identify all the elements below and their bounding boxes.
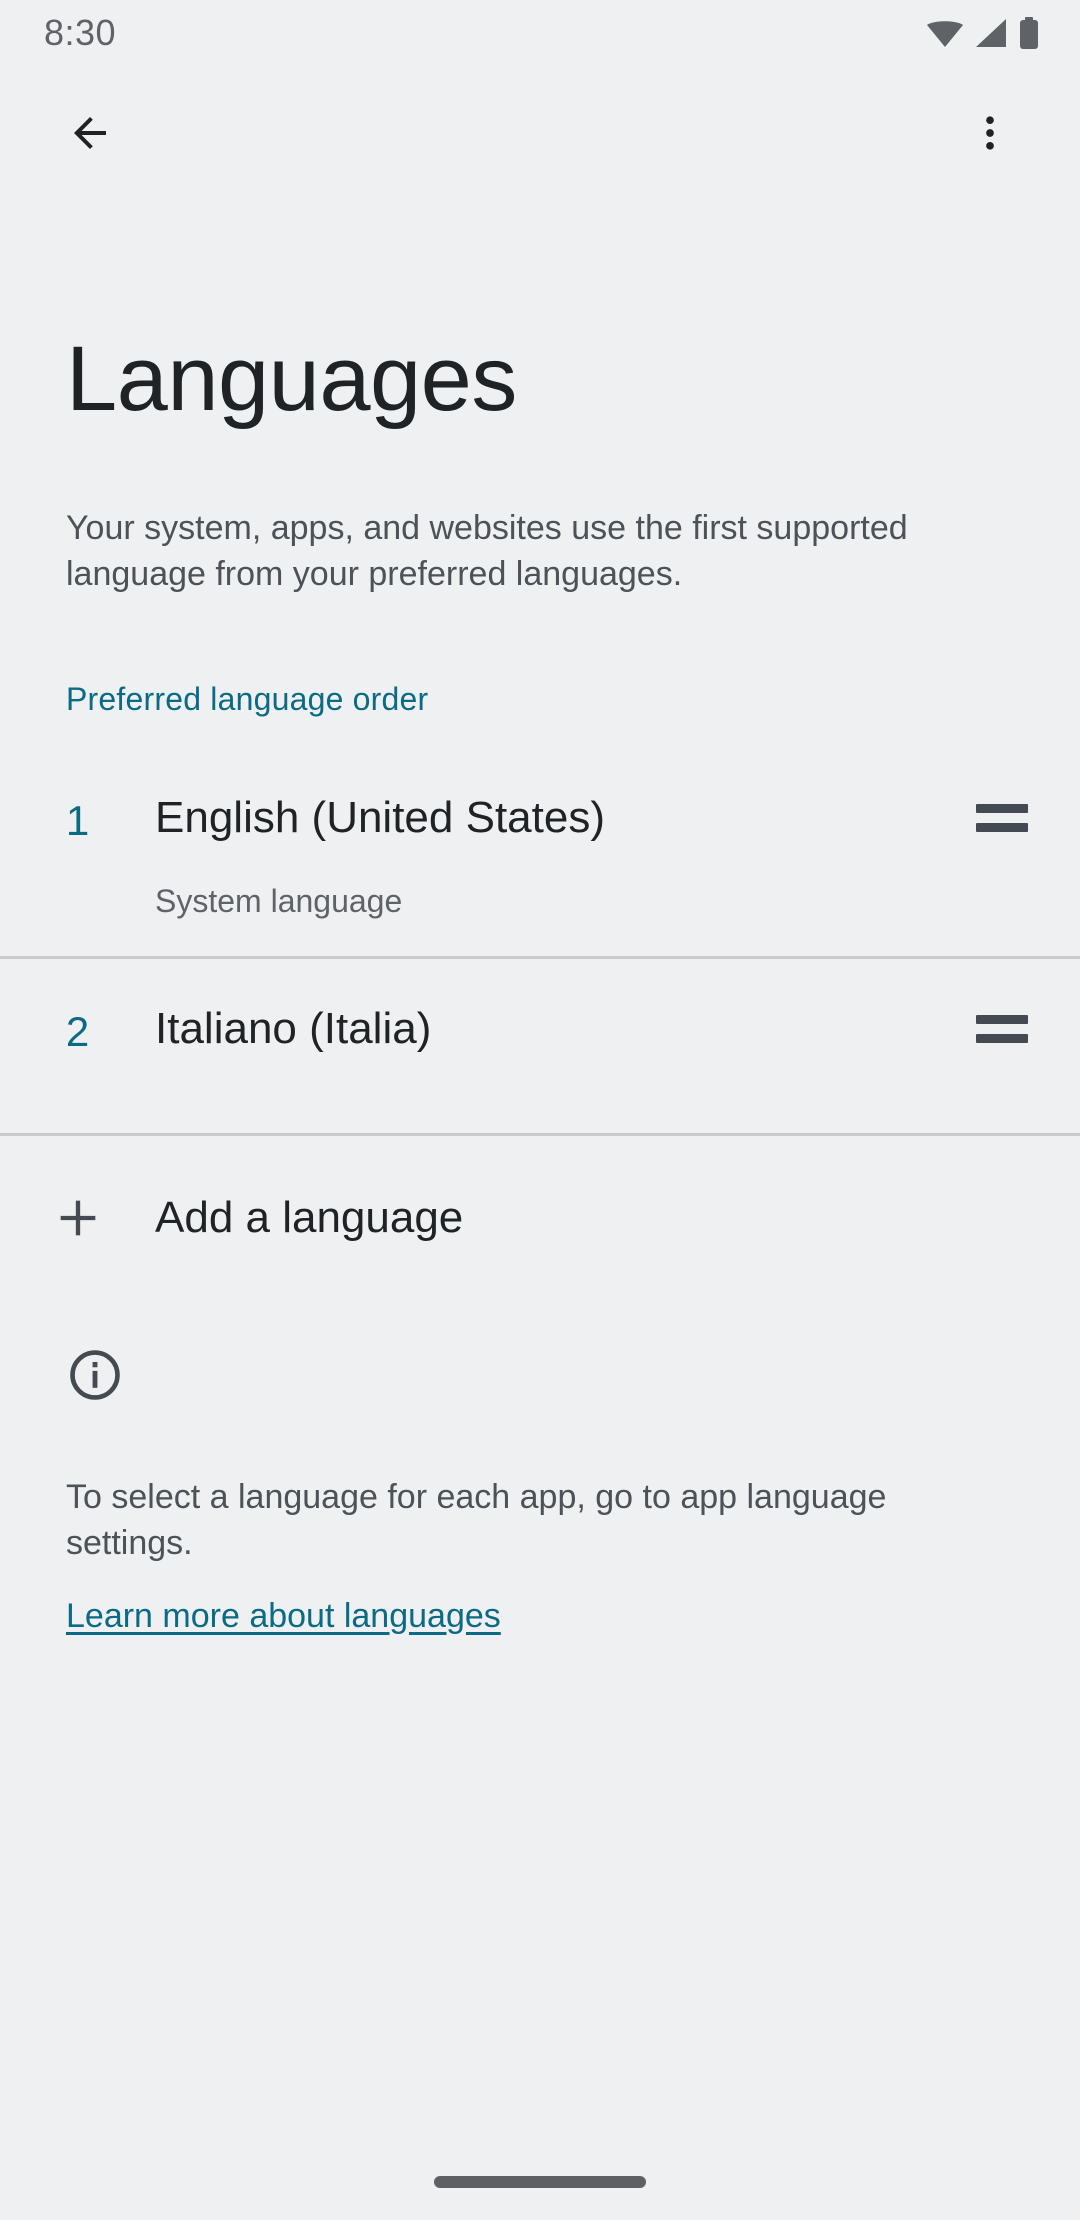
language-order-number: 2 xyxy=(65,1008,90,1055)
info-circle-icon xyxy=(66,1346,1080,1404)
footer-info-text: To select a language for each app, go to… xyxy=(66,1478,887,1562)
footer-info-block: To select a language for each app, go to… xyxy=(0,1346,1080,1638)
language-name: English (United States) xyxy=(155,793,605,842)
language-order-number: 1 xyxy=(65,797,90,844)
more-options-icon xyxy=(968,111,1012,155)
language-list: 1 English (United States) System languag… xyxy=(0,748,1080,1136)
gesture-navigation-pill[interactable] xyxy=(434,2176,646,2188)
overflow-menu-button[interactable] xyxy=(944,87,1036,179)
drag-handle-bar xyxy=(976,823,1028,832)
drag-handle-bar xyxy=(976,804,1028,813)
settings-content: Languages Your system, apps, and website… xyxy=(0,200,1080,1638)
wifi-icon xyxy=(926,18,964,48)
status-bar: 8:30 xyxy=(0,0,1080,66)
add-language-button[interactable]: Add a language xyxy=(0,1136,1080,1300)
status-bar-icons xyxy=(926,17,1040,49)
back-button[interactable] xyxy=(44,87,136,179)
battery-icon xyxy=(1018,17,1040,49)
android-languages-settings-screen: 8:30 Languages Your system, apps, and we… xyxy=(0,0,1080,2220)
back-arrow-icon xyxy=(66,109,114,157)
language-row-texts: English (United States) System language xyxy=(155,782,968,922)
drag-handle-icon[interactable] xyxy=(968,782,1036,832)
status-bar-clock: 8:30 xyxy=(44,12,117,53)
add-language-label: Add a language xyxy=(155,1193,464,1242)
drag-handle-bar xyxy=(976,1015,1028,1024)
page-title: Languages xyxy=(66,328,517,430)
language-row-texts: Italiano (Italia) xyxy=(155,993,968,1059)
language-row-2[interactable]: 2 Italiano (Italia) xyxy=(0,956,1080,1136)
app-bar xyxy=(0,66,1080,200)
language-row-1[interactable]: 1 English (United States) System languag… xyxy=(0,748,1080,956)
page-description: Your system, apps, and websites use the … xyxy=(66,509,908,593)
learn-more-link[interactable]: Learn more about languages xyxy=(66,1594,501,1638)
cellular-signal-icon xyxy=(974,18,1008,48)
plus-icon xyxy=(0,1192,155,1244)
drag-handle-bar xyxy=(976,1034,1028,1043)
drag-handle-icon[interactable] xyxy=(968,993,1036,1043)
language-subtitle: System language xyxy=(155,883,403,919)
language-name: Italiano (Italia) xyxy=(155,1004,432,1053)
section-header-preferred-language-order: Preferred language order xyxy=(66,681,429,717)
